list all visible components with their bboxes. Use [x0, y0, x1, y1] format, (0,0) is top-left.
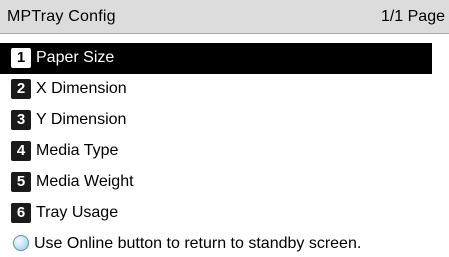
number-5-icon: 5 — [11, 172, 31, 192]
menu-list: 1 Paper Size 2 X Dimension 3 Y Dimension… — [0, 43, 449, 229]
menu-item-tray-usage[interactable]: 6 Tray Usage — [0, 198, 432, 229]
menu-item-label: Media Type — [36, 142, 119, 159]
online-button-icon — [13, 235, 29, 251]
screen-title: MPTray Config — [7, 8, 116, 25]
help-footer: Use Online button to return to standby s… — [0, 234, 449, 257]
menu-item-label: Paper Size — [36, 49, 115, 66]
menu-item-media-type[interactable]: 4 Media Type — [0, 136, 432, 167]
menu-item-paper-size[interactable]: 1 Paper Size — [0, 43, 432, 74]
menu-item-y-dimension[interactable]: 3 Y Dimension — [0, 105, 432, 136]
page-indicator: 1/1 Page — [380, 8, 445, 25]
number-6-icon: 6 — [11, 203, 31, 223]
title-bar: MPTray Config 1/1 Page — [0, 0, 449, 34]
number-1-icon: 1 — [11, 48, 31, 68]
menu-item-label: Y Dimension — [36, 111, 127, 128]
menu-item-label: Media Weight — [36, 173, 134, 190]
number-3-icon: 3 — [11, 110, 31, 130]
number-2-icon: 2 — [11, 79, 31, 99]
menu-item-x-dimension[interactable]: 2 X Dimension — [0, 74, 432, 105]
help-message: Use Online button to return to standby s… — [34, 235, 362, 252]
menu-item-media-weight[interactable]: 5 Media Weight — [0, 167, 432, 198]
menu-item-label: Tray Usage — [36, 204, 119, 221]
menu-item-label: X Dimension — [36, 80, 127, 97]
number-4-icon: 4 — [11, 141, 31, 161]
printer-panel-screen: MPTray Config 1/1 Page 1 Paper Size 2 X … — [0, 0, 449, 257]
